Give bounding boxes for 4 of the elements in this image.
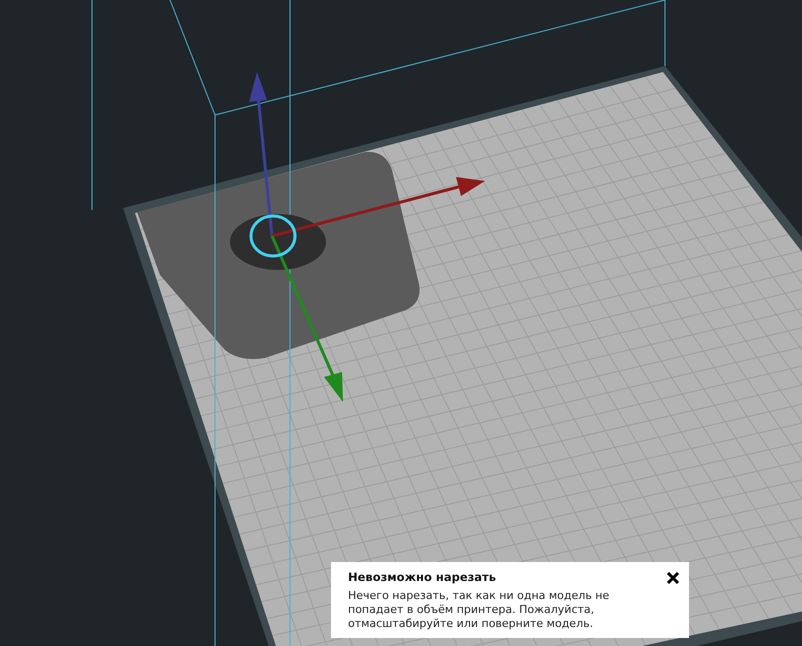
notification-title: Невозможно нарезать xyxy=(348,570,496,584)
close-icon[interactable] xyxy=(667,572,679,584)
notification-message: Нечего нарезать, так как ни одна модель не попадает в объём принтера. Пожалуйста, отмасштабируйте или поверните модель. xyxy=(348,589,610,631)
rotation-ring[interactable] xyxy=(250,214,296,258)
